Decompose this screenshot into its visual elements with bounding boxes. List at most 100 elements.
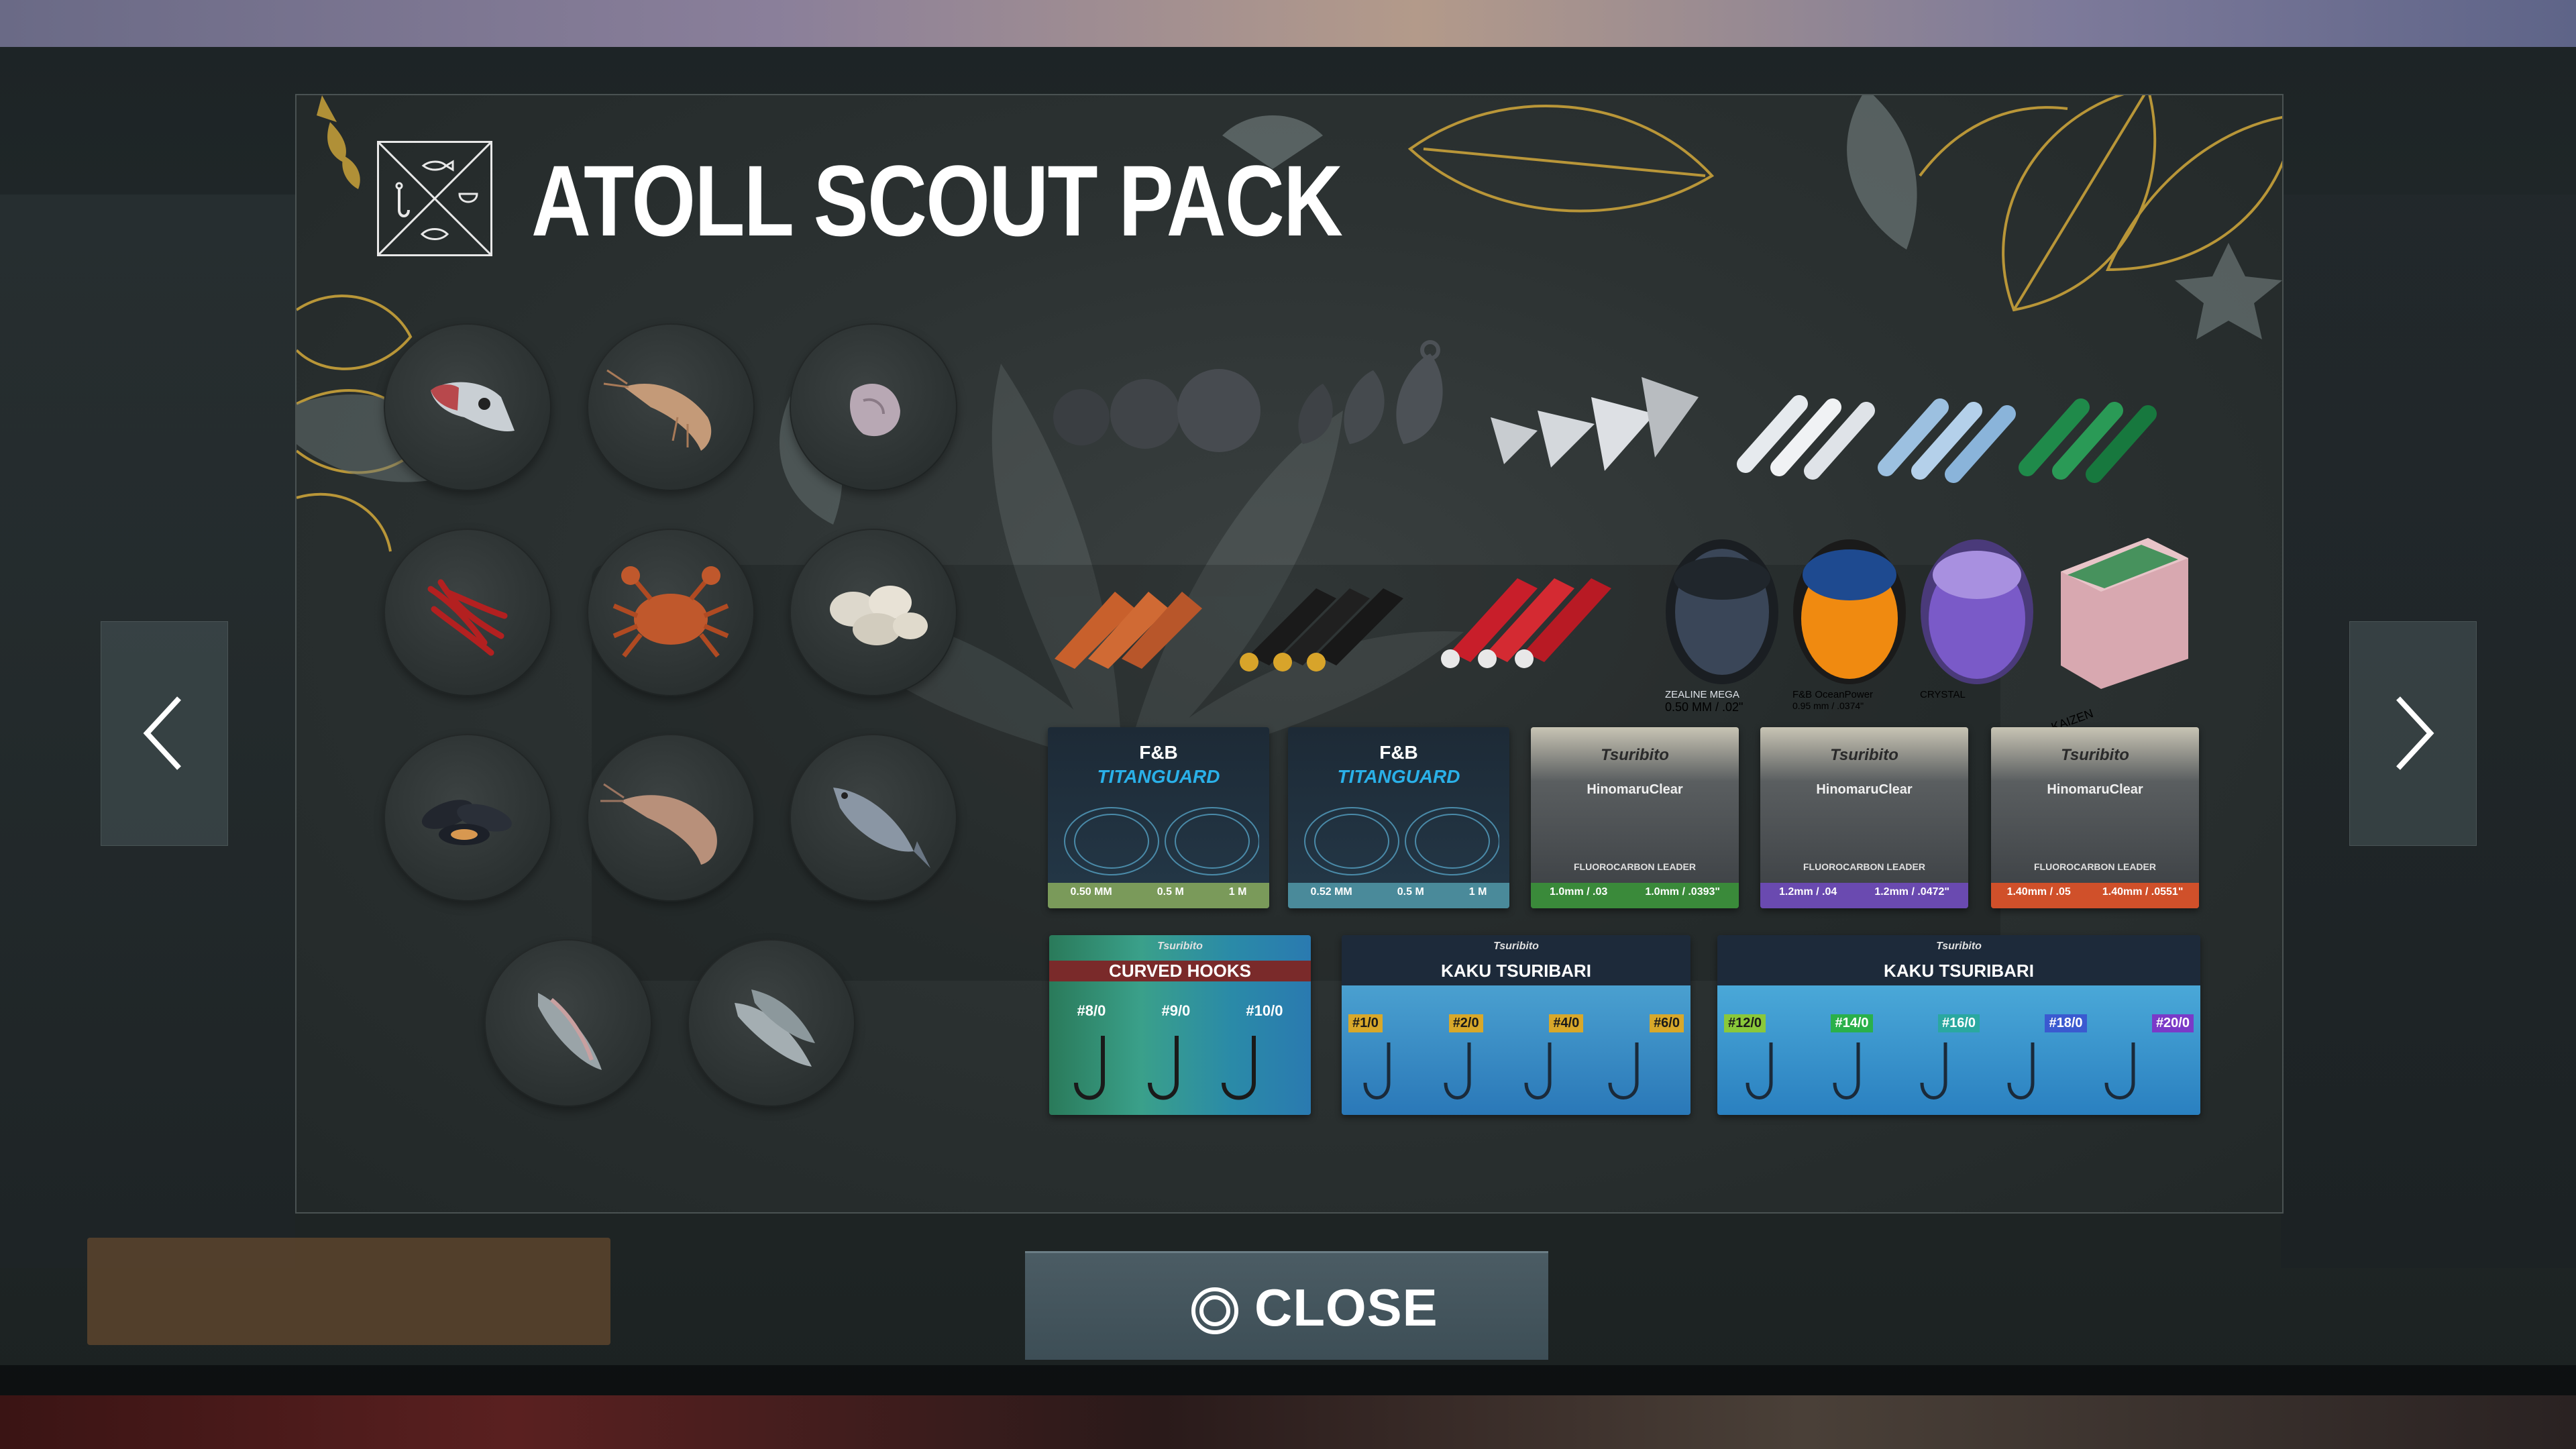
hook-size: #1/0 <box>1348 1014 1383 1032</box>
whole-fish-icon <box>833 788 930 868</box>
hook-name: CURVED HOOKS <box>1049 961 1311 981</box>
hook-size: #16/0 <box>1937 1014 1980 1032</box>
hooks-kaku-1: Tsuribito KAKU TSURIBARI #1/0 #2/0 #4/0 … <box>1342 935 1690 1115</box>
bucktail-black <box>1240 588 1403 672</box>
leader-titanguard-1: F&B TITANGUARD 0.50 MM 0.5 M 1 M <box>1048 727 1269 908</box>
leader-type: FLUOROCARBON LEADER <box>2034 861 2156 872</box>
leader-size: 1 M <box>1228 886 1247 898</box>
hook-brand: Tsuribito <box>1157 941 1203 952</box>
hook-size: #20/0 <box>2151 1014 2194 1032</box>
hook-icon <box>1363 1042 1639 1099</box>
bait-fish-fillet <box>484 939 652 1107</box>
previous-button[interactable] <box>101 621 228 846</box>
pack-title: ATOLL SCOUT PACK <box>531 144 1343 257</box>
bucktail-red <box>1441 578 1611 668</box>
leader-hinomaru-1: Tsuribito HinomaruClear FLUOROCARBON LEA… <box>1531 727 1739 908</box>
spool-spec: 0.95 mm / .0374" <box>1792 700 1864 711</box>
leader-brand: Tsuribito <box>2061 746 2129 764</box>
bait-clams <box>790 529 957 696</box>
leader-brand: Tsuribito <box>1830 746 1898 764</box>
leader-sizes: 0.52 MM 0.5 M 1 M <box>1288 883 1509 908</box>
leader-brand: F&B <box>1379 742 1418 763</box>
bait-squid-piece <box>790 323 957 491</box>
pack-panel: ATOLL SCOUT PACK ZEALINE MEGA 0.50 MM / … <box>295 94 2284 1214</box>
spool-spec: 0.50 MM / .02" <box>1665 700 1743 714</box>
leader-brand: Tsuribito <box>1601 746 1669 764</box>
jigs <box>1737 395 2157 483</box>
line-spool-zealine: ZEALINE MEGA 0.50 MM / .02" <box>1665 538 1779 714</box>
leader-size: 1.2mm / .0472" <box>1874 886 1949 898</box>
leader-size: 1.40mm / .0551" <box>2102 886 2184 898</box>
circle-button-icon <box>1191 1287 1238 1334</box>
hook-size: #10/0 <box>1246 1002 1283 1019</box>
leader-sizes: 0.50 MM 0.5 M 1 M <box>1048 883 1269 908</box>
pack-logo-icon <box>377 141 492 256</box>
leader-size: 0.50 MM <box>1070 886 1112 898</box>
hook-size: #18/0 <box>2045 1014 2087 1032</box>
hook-brand: Tsuribito <box>1936 941 1982 952</box>
sinkers-round <box>1053 369 1260 452</box>
hook-size: #14/0 <box>1831 1014 1873 1032</box>
close-button[interactable]: CLOSE <box>1025 1251 1548 1360</box>
hook-name: KAKU TSURIBARI <box>1884 961 2034 981</box>
next-button[interactable] <box>2349 621 2477 846</box>
shrimp-icon <box>603 369 712 451</box>
hook-sizes: #1/0 #2/0 #4/0 #6/0 <box>1348 1014 1684 1032</box>
spool-brand: ZEALINE MEGA <box>1665 689 1739 700</box>
hook-size: #6/0 <box>1650 1014 1684 1032</box>
leader-size: 1.0mm / .03 <box>1550 886 1608 898</box>
bloodworms-icon <box>427 579 508 656</box>
line-spool-kaizen: KAIZEN <box>2047 531 2195 734</box>
leader-sizes: 1.2mm / .04 1.2mm / .0472" <box>1760 883 1968 908</box>
clams-icon <box>830 586 928 645</box>
chevron-right-icon <box>2396 696 2434 770</box>
chevron-left-icon <box>143 696 181 770</box>
bait-fish-head <box>384 323 551 491</box>
fish-head-icon <box>431 382 515 431</box>
close-label: CLOSE <box>1254 1278 1438 1337</box>
mussels-icon <box>421 800 512 845</box>
fish-fillet-icon <box>538 993 602 1070</box>
line-spool-oceanpower: F&B OceanPower 0.95 mm / .0374" <box>1792 538 1907 711</box>
hook-icon <box>1074 1036 1256 1100</box>
leader-size: 0.52 MM <box>1310 886 1352 898</box>
hook-size: #12/0 <box>1724 1014 1766 1032</box>
spool-brand: CRYSTAL <box>1920 689 1966 700</box>
hooks-kaku-2: Tsuribito KAKU TSURIBARI #12/0 #14/0 #16… <box>1717 935 2200 1115</box>
sky <box>0 0 2576 54</box>
leader-name: HinomaruClear <box>1816 782 1913 797</box>
hook-brand: Tsuribito <box>1493 941 1539 952</box>
leader-size: 0.5 M <box>1157 886 1184 898</box>
leader-sizes: 1.40mm / .05 1.40mm / .0551" <box>1991 883 2199 908</box>
leader-brand: F&B <box>1139 742 1178 763</box>
wire-leader-icon <box>1304 807 1499 875</box>
leader-name: HinomaruClear <box>1587 782 1683 797</box>
sinkers-bank <box>1298 340 1443 444</box>
bait-bloodworms <box>384 529 551 696</box>
hook-sizes: #8/0 #9/0 #10/0 <box>1049 1002 1311 1020</box>
sinkers-pyramid <box>1491 377 1699 471</box>
crab-icon <box>612 566 729 658</box>
hook-icon <box>1746 1042 2135 1099</box>
leader-type: FLUOROCARBON LEADER <box>1803 861 1925 872</box>
bottom-strip <box>0 1395 2576 1449</box>
leader-size: 1.2mm / .04 <box>1779 886 1837 898</box>
bucktail-orange <box>1055 592 1202 669</box>
blurred-travel-button <box>87 1238 610 1345</box>
leader-size: 1.40mm / .05 <box>2006 886 2071 898</box>
prawn-icon <box>600 783 717 865</box>
hook-size: #4/0 <box>1549 1014 1584 1032</box>
hook-sizes: #12/0 #14/0 #16/0 #18/0 #20/0 <box>1724 1014 2194 1032</box>
bait-whole-fish <box>790 734 957 902</box>
bait-crab <box>587 529 755 696</box>
hook-size: #2/0 <box>1448 1014 1483 1032</box>
leader-size: 0.5 M <box>1397 886 1424 898</box>
leader-size: 1 M <box>1468 886 1487 898</box>
leader-size: 1.0mm / .0393" <box>1645 886 1720 898</box>
hooks-curved: Tsuribito CURVED HOOKS #8/0 #9/0 #10/0 <box>1049 935 1311 1115</box>
hook-size: #9/0 <box>1161 1002 1191 1019</box>
leader-hinomaru-2: Tsuribito HinomaruClear FLUOROCARBON LEA… <box>1760 727 1968 908</box>
squid-piece-icon <box>850 384 900 437</box>
spool-brand: F&B OceanPower <box>1792 689 1874 700</box>
bait-shrimp <box>587 323 755 491</box>
